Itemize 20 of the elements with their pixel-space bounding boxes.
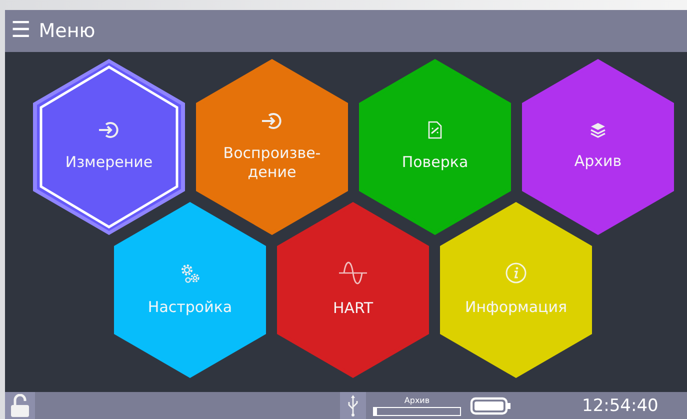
login-arrow-icon	[261, 112, 283, 130]
usb-icon	[347, 394, 359, 416]
padlock-icon	[10, 394, 30, 418]
login-arrow-icon	[98, 121, 120, 140]
menu-tile[interactable]: Архив	[522, 59, 674, 235]
clock-time: 12:54:40	[581, 396, 660, 416]
layers-icon	[590, 122, 606, 138]
menu-tile[interactable]: Измерение	[33, 59, 185, 235]
menu-button[interactable]: ☰	[11, 20, 31, 42]
menu-tile[interactable]: Воспроизве-дение	[196, 59, 348, 235]
archive-label: Архив	[404, 396, 430, 406]
info-icon	[505, 262, 527, 284]
window-title: Меню	[38, 20, 96, 42]
percent-document-icon	[428, 121, 442, 140]
menu-tile[interactable]: HART	[277, 202, 429, 378]
battery-icon	[470, 396, 512, 414]
sine-wave-icon	[339, 261, 367, 286]
menu-tile[interactable]: Поверка	[359, 59, 511, 235]
lock-button[interactable]	[5, 392, 35, 419]
gears-icon	[179, 262, 201, 284]
